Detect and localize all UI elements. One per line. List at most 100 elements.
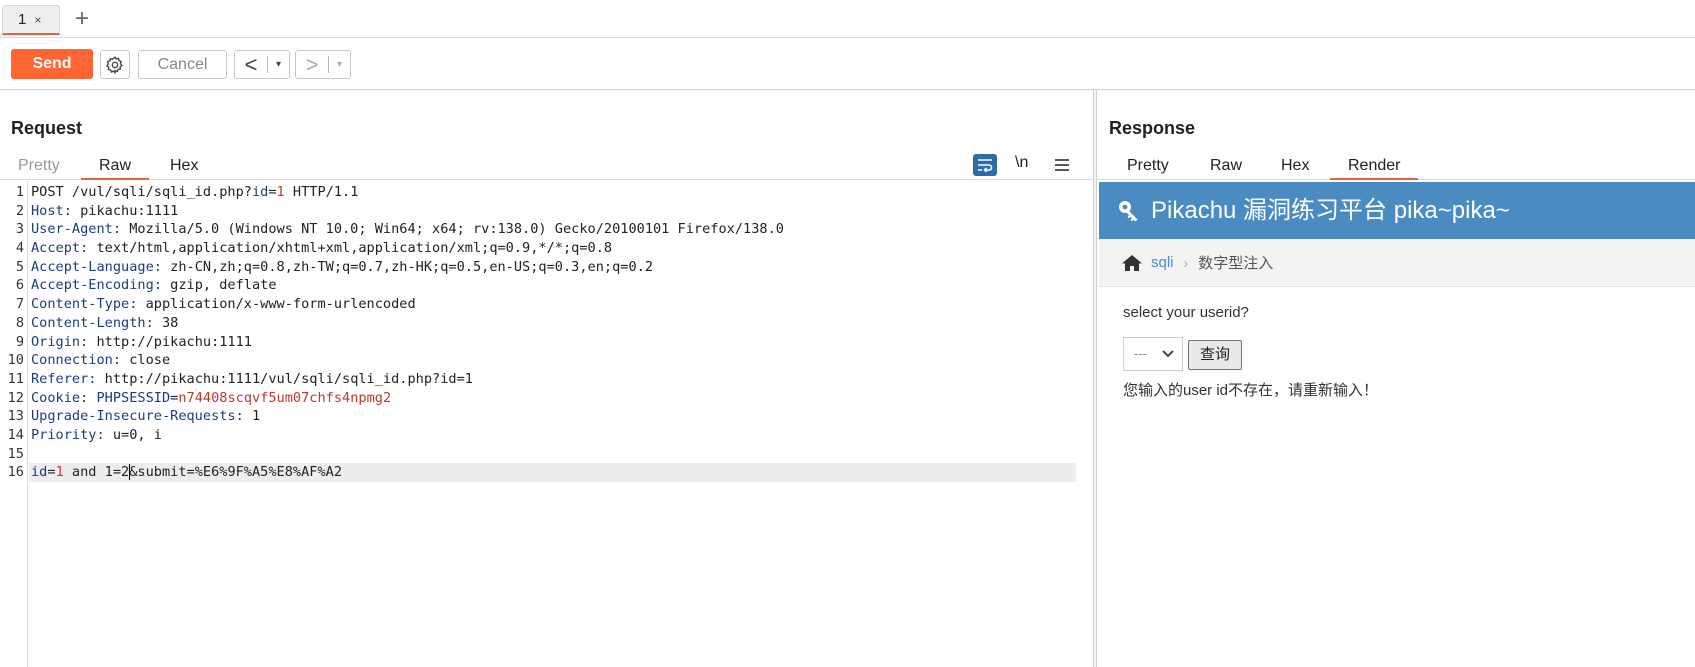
tab-hex[interactable]: Hex [152,152,216,180]
line-number: 8 [15,314,24,331]
code-line[interactable]: 1 POST /vul/sqli/sqli_id.php?id=1 HTTP/1.… [0,183,1090,202]
body-param-equals: = [47,464,56,481]
request-line-method-path: POST /vul/sqli/sqli_id.php? [31,184,252,200]
select-value: --- [1134,346,1147,361]
header-key: Accept-Language: [31,258,162,275]
header-key: Referer: [31,370,97,387]
line-number: 9 [15,333,24,350]
header-key: Content-Length: [31,314,154,331]
header-key: Accept-Encoding: [31,277,162,294]
cancel-button[interactable]: Cancel [138,50,227,79]
line-text: Cookie: PHPSESSID=n74408scqvf5um07chfs4n… [31,389,391,408]
code-line[interactable]: 4 Accept: text/html,application/xhtml+xml… [0,239,1090,258]
code-line[interactable]: 2 Host: pikachu:1111 [0,202,1090,221]
code-line[interactable]: 7 Content-Type: application/x-www-form-ur… [0,295,1090,314]
header-key: Connection: [31,352,122,369]
header-key: Upgrade-Insecure-Requests: [31,408,244,425]
request-tab-1[interactable]: 1 × [2,5,60,35]
add-tab-icon[interactable]: + [75,5,89,33]
line-text: Accept-Language: zh-CN,zh;q=0.8,zh-TW;q=… [31,258,653,277]
send-button[interactable]: Send [11,49,93,79]
header-key: Accept: [31,240,89,257]
line-text: Accept: text/html,application/xhtml+xml,… [31,239,612,258]
code-line[interactable]: 15 [0,445,1090,464]
body-rest: &submit=%E6%9F%A5%E8%AF%A2 [129,464,343,481]
line-number: 6 [15,277,24,294]
breadcrumb-current: 数字型注入 [1198,255,1274,272]
request-line-protocol: HTTP/1.1 [284,184,359,200]
line-text: Content-Type: application/x-www-form-url… [31,295,416,314]
tab-raw[interactable]: Raw [81,152,150,180]
line-number: 5 [15,258,24,275]
back-button[interactable]: < ▾ [234,50,290,79]
show-newlines-button[interactable]: \n [1015,152,1028,174]
code-line[interactable]: 11 Referer: http://pikachu:1111/vul/sqli/… [0,370,1090,389]
site-header: Pikachu 漏洞练习平台 pika~pika~ [1099,182,1695,239]
hamburger-icon [1055,159,1069,171]
key-icon [1119,200,1138,221]
rendered-page: Pikachu 漏洞练习平台 pika~pika~ sqli › 数字型注入 s… [1099,182,1695,667]
tab-raw[interactable]: Raw [1192,152,1260,180]
tab-pretty[interactable]: Pretty [0,152,78,180]
code-line[interactable]: 10 Connection: close [0,351,1090,370]
tab-render[interactable]: Render [1330,152,1419,180]
header-value: gzip, deflate [161,277,277,294]
line-text: POST /vul/sqli/sqli_id.php?id=1 HTTP/1.1 [31,183,358,202]
request-editor[interactable]: 1 POST /vul/sqli/sqli_id.php?id=1 HTTP/1.… [0,183,1090,482]
line-text: Accept-Encoding: gzip, deflate [31,276,277,295]
response-title: Response [1109,118,1196,138]
code-line[interactable]: 13 Upgrade-Insecure-Requests: 1 [0,407,1090,426]
code-line[interactable]: 3 User-Agent: Mozilla/5.0 (Windows NT 10.… [0,220,1090,239]
code-line[interactable]: 14 Priority: u=0, i [0,426,1090,445]
request-subtabs: Pretty Raw Hex [0,152,1093,180]
header-value: u=0, i [104,426,162,443]
line-text: Content-Length: 38 [31,314,178,333]
gear-icon [105,55,124,75]
wrap-lines-button[interactable] [973,154,997,176]
code-line[interactable]: 9 Origin: http://pikachu:1111 [0,333,1090,352]
close-icon[interactable]: × [34,13,41,27]
request-panel: Request Pretty Raw Hex \n 1 POST /vul/sql… [0,90,1093,667]
toolbar: Send Cancel < ▾ > ▾ [0,38,1695,90]
header-key: User-Agent: [31,221,122,238]
query-button[interactable]: 查询 [1188,340,1242,370]
body-param-name: id [31,464,48,481]
chevron-down-icon[interactable]: ▾ [329,59,350,70]
line-number: 1 [15,184,24,200]
line-text: Referer: http://pikachu:1111/vul/sqli/sq… [31,370,473,389]
chevron-down-icon [1162,338,1174,382]
header-value: application/x-www-form-urlencoded [137,296,416,313]
code-line[interactable]: 6 Accept-Encoding: gzip, deflate [0,276,1090,295]
header-key: Content-Type: [31,296,138,313]
header-value: 38 [153,314,179,331]
menu-button[interactable] [1050,154,1074,176]
tab-label: 1 [18,11,27,28]
query-param-value: 1 [276,184,285,200]
header-value: http://pikachu:1111 [88,333,252,350]
chevron-down-icon[interactable]: ▾ [268,59,289,70]
line-text: Priority: u=0, i [31,426,162,445]
line-text: id=1 and 1=2&submit=%E6%9F%A5%E8%AF%A2 [31,463,342,482]
breadcrumb: sqli › 数字型注入 [1099,239,1695,287]
request-title: Request [11,118,83,138]
code-line[interactable]: 16 id=1 and 1=2&submit=%E6%9F%A5%E8%AF%A2 [0,463,1090,482]
code-line[interactable]: 12 Cookie: PHPSESSID=n74408scqvf5um07chfs… [0,389,1090,408]
tab-pretty[interactable]: Pretty [1109,152,1187,180]
code-line[interactable]: 8 Content-Length: 38 [0,314,1090,333]
header-key: Host: [31,202,72,219]
response-panel: Response Pretty Raw Hex Render Pikachu 漏… [1097,90,1695,667]
header-value: pikachu:1111 [71,202,179,219]
header-key: Cookie: [31,389,89,406]
header-value: zh-CN,zh;q=0.8,zh-TW;q=0.7,zh-HK;q=0.5,e… [161,258,654,275]
breadcrumb-link-sqli[interactable]: sqli [1151,254,1174,271]
header-value: close [121,352,171,369]
home-icon[interactable] [1121,254,1143,272]
userid-select[interactable]: --- [1123,337,1183,371]
line-number: 2 [15,202,24,219]
tab-hex[interactable]: Hex [1263,152,1327,180]
line-number: 15 [7,445,24,462]
line-text: Host: pikachu:1111 [31,202,178,221]
forward-button[interactable]: > ▾ [295,50,351,79]
settings-button[interactable] [100,50,130,79]
code-line[interactable]: 5 Accept-Language: zh-CN,zh;q=0.8,zh-TW;q… [0,258,1090,277]
